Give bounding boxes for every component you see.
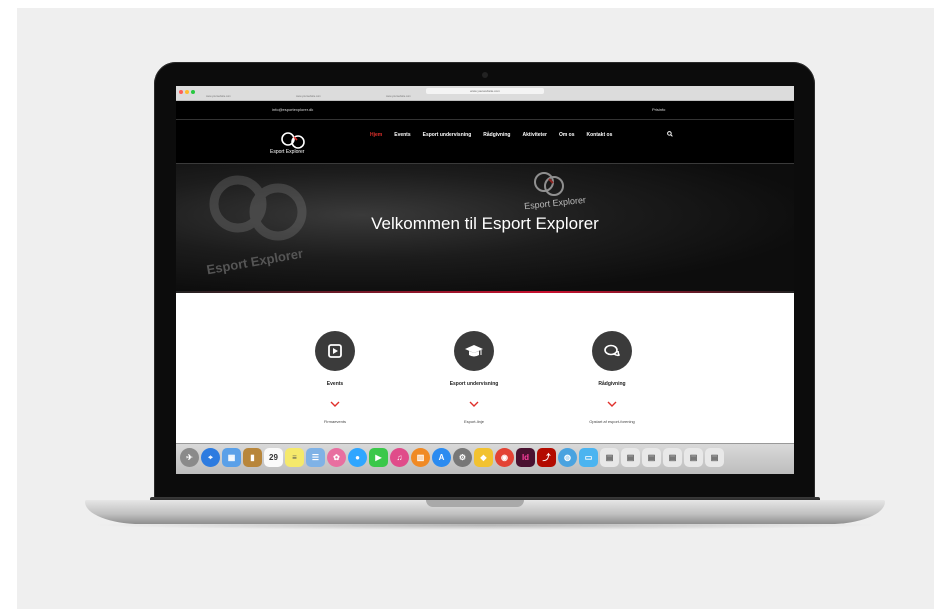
macos-dock: ✈ ⌖ ▦ ▮ 29 ≡ ☰ ✿ ● ▶ ♫ ▥ A ⚙ ◆ ◉ Id ⤴ ◍ … [176, 443, 794, 474]
safari-icon[interactable]: ⌖ [201, 448, 220, 467]
site-header: Esport Explorer Hjem Events Esport under… [176, 120, 794, 164]
laptop-notch [426, 500, 524, 507]
price-info-link[interactable]: Prisinfo [652, 107, 665, 112]
window-thumbnail-icon[interactable]: ▤ [642, 448, 661, 467]
contact-email-link[interactable]: info@esportexplorer.dk [272, 107, 313, 112]
photos-icon[interactable]: ✿ [327, 448, 346, 467]
preview-icon[interactable]: ▦ [222, 448, 241, 467]
laptop-screen: www.yourwebsite.com www.yourwebsite.com … [176, 86, 794, 474]
ibooks-icon[interactable]: ▥ [411, 448, 430, 467]
acrobat-icon[interactable]: ⤴ [537, 448, 556, 467]
app-store-icon[interactable]: A [432, 448, 451, 467]
window-thumbnail-icon[interactable]: ▤ [600, 448, 619, 467]
feature-subtitle: Opstart af esport-forening [589, 419, 635, 424]
nav-item-radgivning[interactable]: Rådgivning [483, 132, 510, 138]
messages-icon[interactable]: ● [348, 448, 367, 467]
calendar-icon[interactable]: 29 [264, 448, 283, 467]
feature-subtitle: Esport-linje [463, 419, 484, 424]
logo-text: Esport Explorer [270, 149, 305, 155]
browser-chrome: www.yourwebsite.com www.yourwebsite.com … [176, 86, 794, 101]
feature-radgivning[interactable]: Rådgivning Opstart af esport-forening [557, 331, 667, 424]
feature-circle [592, 331, 632, 371]
contacts-icon[interactable]: ▮ [243, 448, 262, 467]
window-thumbnail-icon[interactable]: ▤ [705, 448, 724, 467]
feature-esport-undervisning[interactable]: Esport undervisning Esport-linje [419, 331, 529, 424]
feature-circle [315, 331, 355, 371]
indesign-icon[interactable]: Id [516, 448, 535, 467]
hero-title: Velkommen til Esport Explorer [371, 214, 599, 233]
nav-item-events[interactable]: Events [394, 132, 410, 138]
browser-tab[interactable]: www.yourwebsite.com [386, 95, 411, 98]
window-thumbnail-icon[interactable]: ▤ [684, 448, 703, 467]
hero-brand-watermark-text: Esport Explorer [205, 245, 305, 278]
chat-bubbles-icon [604, 344, 621, 357]
nav-item-aktiviteter[interactable]: Aktiviteter [523, 132, 547, 138]
nav-item-om-os[interactable]: Om os [559, 132, 575, 138]
feature-subtitle: Firmaevents [323, 419, 346, 424]
tab-strip: www.yourwebsite.com www.yourwebsite.com … [176, 94, 794, 100]
chevron-down-icon[interactable] [330, 401, 340, 407]
sketch-icon[interactable]: ◆ [474, 448, 493, 467]
feature-title: Esport undervisning [449, 381, 499, 387]
browser-tab[interactable]: www.yourwebsite.com [206, 95, 231, 98]
nav-item-esport-undervisning[interactable]: Esport undervisning [423, 132, 472, 138]
feature-circle [454, 331, 494, 371]
globe-icon[interactable]: ◍ [558, 448, 577, 467]
window-thumbnail-icon[interactable]: ▤ [663, 448, 682, 467]
launchpad-icon[interactable]: ✈ [180, 448, 199, 467]
notes-icon[interactable]: ≡ [285, 448, 304, 467]
site-topbar: info@esportexplorer.dk Prisinfo [176, 101, 794, 120]
folder-icon[interactable]: ▭ [579, 448, 598, 467]
itunes-icon[interactable]: ♫ [390, 448, 409, 467]
search-icon[interactable] [667, 131, 673, 137]
reminders-icon[interactable]: ☰ [306, 448, 325, 467]
play-icon [328, 344, 342, 358]
chrome-icon[interactable]: ◉ [495, 448, 514, 467]
window-thumbnail-icon[interactable]: ▤ [621, 448, 640, 467]
chevron-down-icon[interactable] [469, 401, 479, 407]
feature-events[interactable]: Events Firmaevents [280, 331, 390, 424]
graduation-cap-icon [465, 345, 483, 357]
browser-tab[interactable]: www.yourwebsite.com [296, 95, 321, 98]
feature-title: Rådgivning [598, 381, 626, 387]
chevron-down-icon[interactable] [607, 401, 617, 407]
main-navigation: Hjem Events Esport undervisning Rådgivni… [370, 132, 612, 138]
hero-banner: Esport Explorer Esport Explorer Velkomme… [176, 164, 794, 292]
facetime-icon[interactable]: ▶ [369, 448, 388, 467]
dock-icons: ✈ ⌖ ▦ ▮ 29 ≡ ☰ ✿ ● ▶ ♫ ▥ A ⚙ ◆ ◉ Id ⤴ ◍ … [180, 448, 724, 467]
feature-title: Events [326, 381, 344, 387]
camera [482, 72, 488, 78]
nav-item-hjem[interactable]: Hjem [370, 132, 382, 138]
nav-item-kontakt-os[interactable]: Kontakt os [587, 132, 613, 138]
system-preferences-icon[interactable]: ⚙ [453, 448, 472, 467]
